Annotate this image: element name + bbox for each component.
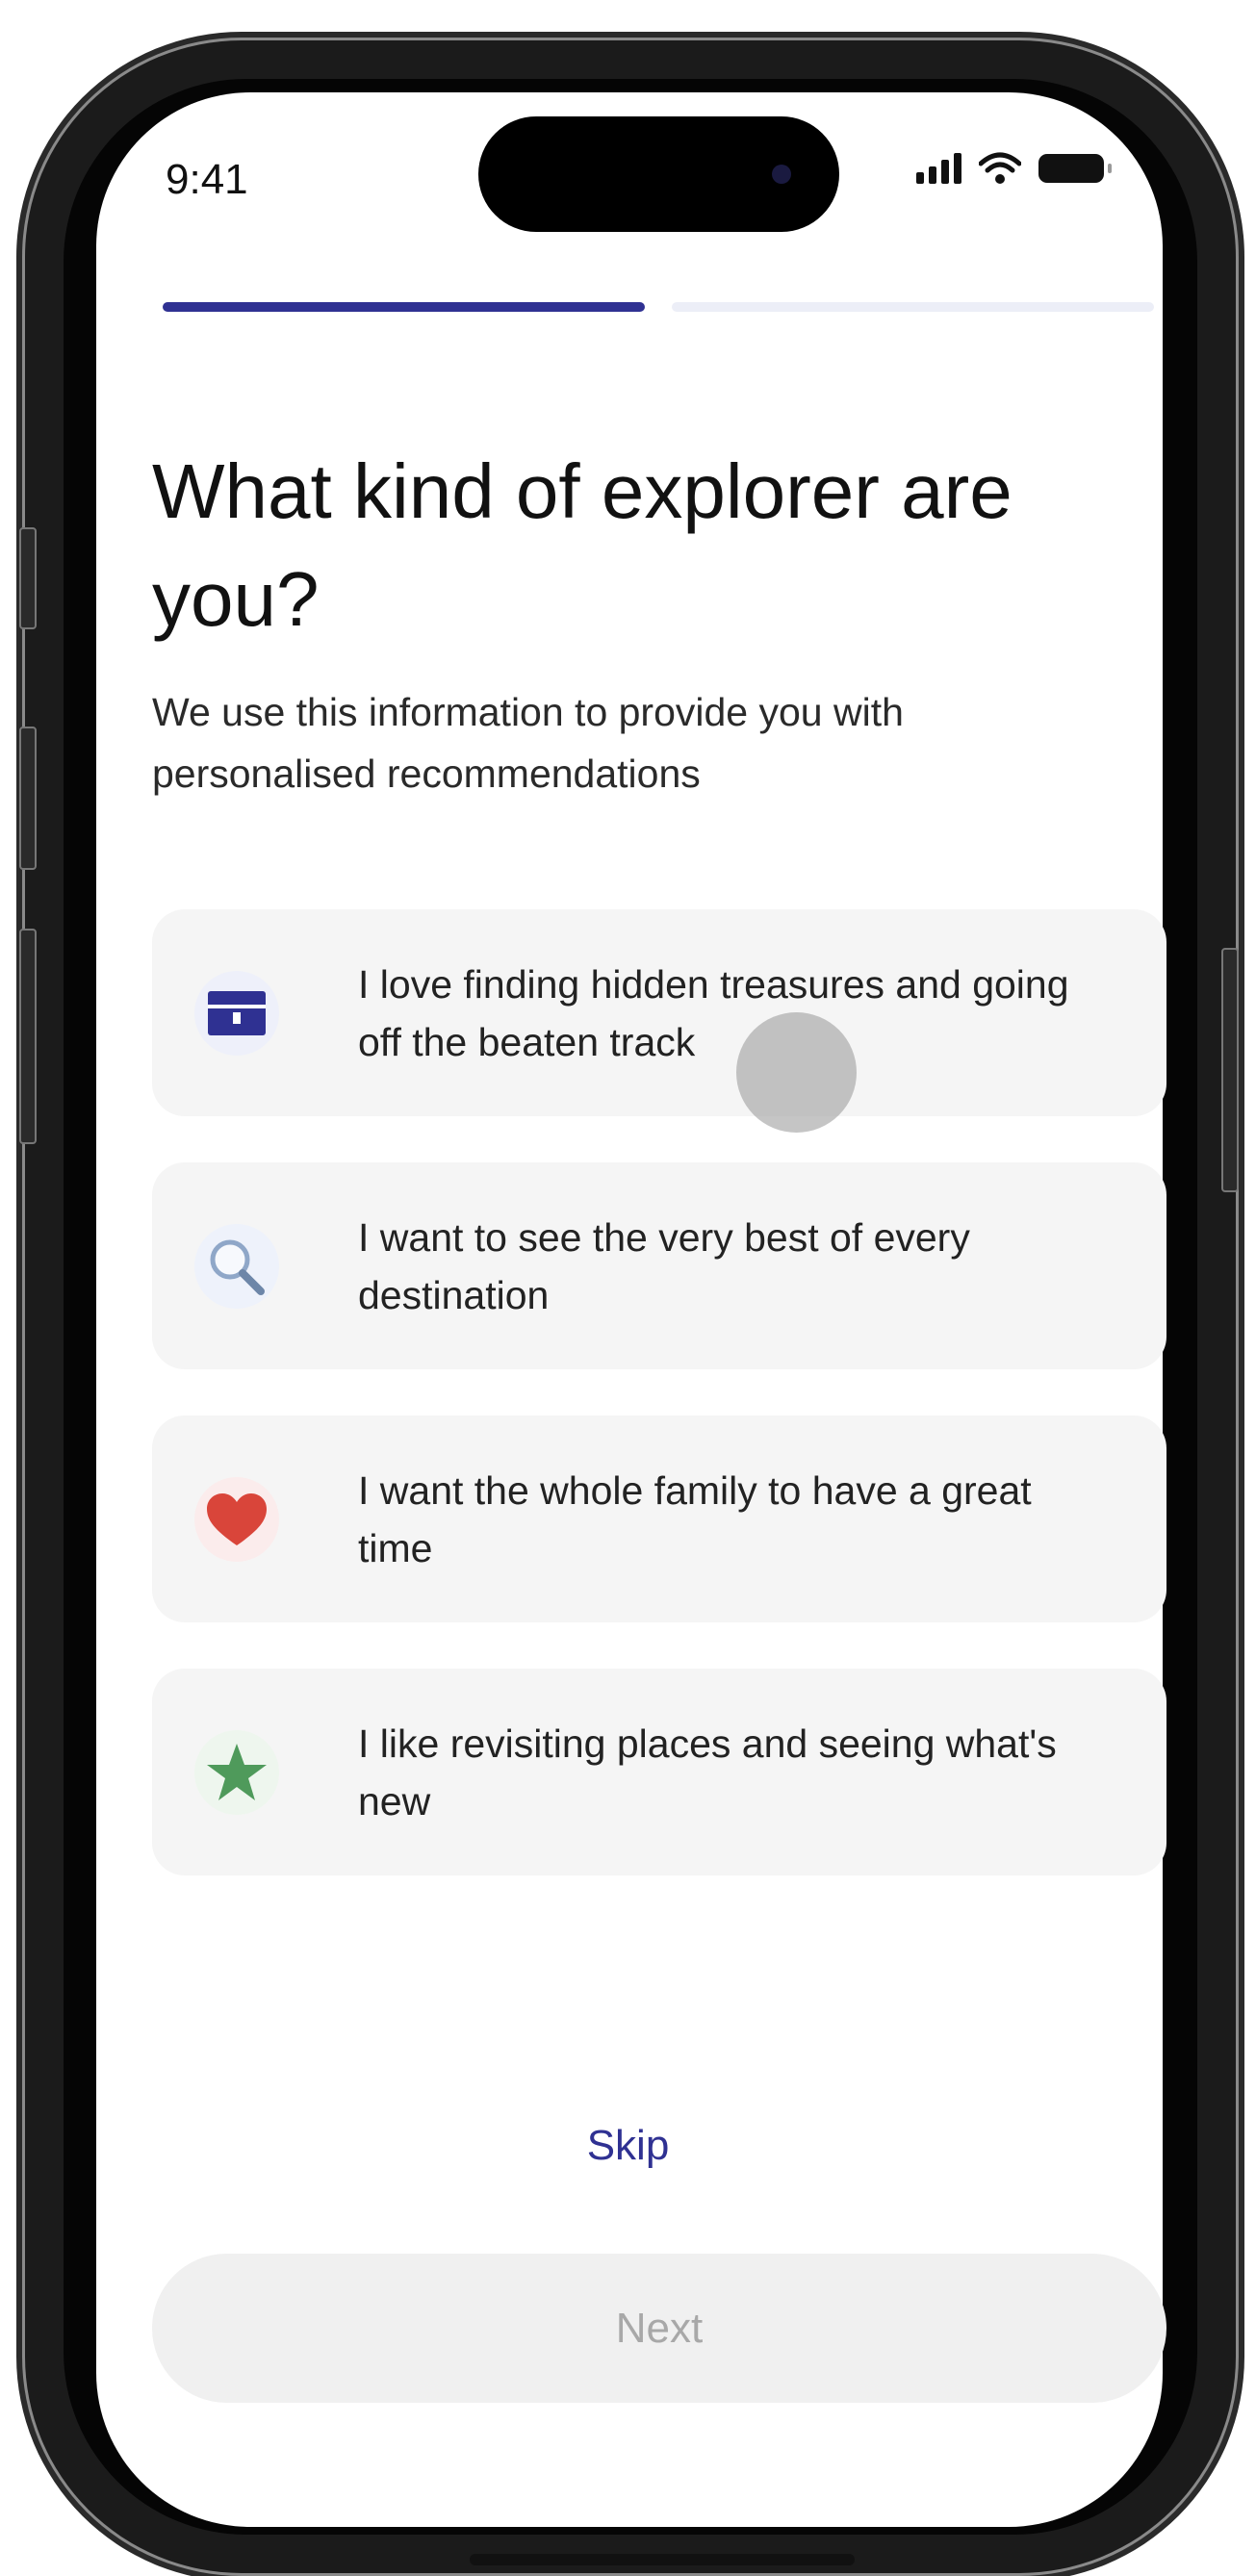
signal-icon bbox=[916, 153, 961, 184]
home-indicator[interactable] bbox=[470, 2554, 855, 2565]
camera-icon bbox=[772, 165, 791, 184]
treasure-chest-icon bbox=[208, 990, 266, 1035]
explorer-options: I love finding hidden treasures and goin… bbox=[152, 909, 1166, 1922]
option-label: I love finding hidden treasures and goin… bbox=[358, 961, 1069, 1064]
option-icon-wrap bbox=[194, 1476, 279, 1562]
dynamic-island bbox=[478, 116, 839, 232]
option-revisiting[interactable]: I like revisiting places and seeing what… bbox=[152, 1669, 1166, 1875]
status-icons bbox=[916, 152, 1112, 185]
option-hidden-treasures[interactable]: I love finding hidden treasures and goin… bbox=[152, 909, 1166, 1116]
option-icon-wrap bbox=[194, 1223, 279, 1309]
star-icon bbox=[207, 1743, 267, 1800]
heart-icon bbox=[207, 1492, 267, 1545]
volume-up-button bbox=[19, 727, 37, 870]
page-title: What kind of explorer are you? bbox=[152, 448, 1012, 642]
battery-icon bbox=[1038, 154, 1112, 183]
mute-switch bbox=[19, 527, 37, 629]
option-whole-family[interactable]: I want the whole family to have a great … bbox=[152, 1416, 1166, 1622]
onboarding-progress bbox=[163, 302, 1154, 312]
option-icon-wrap bbox=[194, 970, 279, 1056]
status-time: 9:41 bbox=[166, 156, 248, 203]
option-label: I want to see the very best of every des… bbox=[358, 1214, 970, 1317]
wifi-icon bbox=[979, 152, 1021, 184]
skip-button[interactable]: Skip bbox=[0, 2122, 1256, 2170]
volume-down-button bbox=[19, 929, 37, 1144]
option-label: I like revisiting places and seeing what… bbox=[358, 1721, 1057, 1824]
next-button[interactable]: Next bbox=[152, 2254, 1166, 2403]
progress-step-1 bbox=[163, 302, 645, 312]
option-label: I want the whole family to have a great … bbox=[358, 1467, 1032, 1570]
option-very-best[interactable]: I want to see the very best of every des… bbox=[152, 1162, 1166, 1369]
option-icon-wrap bbox=[194, 1729, 279, 1815]
page-subtitle: We use this information to provide you w… bbox=[152, 690, 904, 796]
progress-step-2 bbox=[672, 302, 1154, 312]
touch-indicator bbox=[736, 1012, 857, 1133]
magnifier-icon bbox=[210, 1239, 265, 1295]
power-button bbox=[1221, 948, 1239, 1192]
